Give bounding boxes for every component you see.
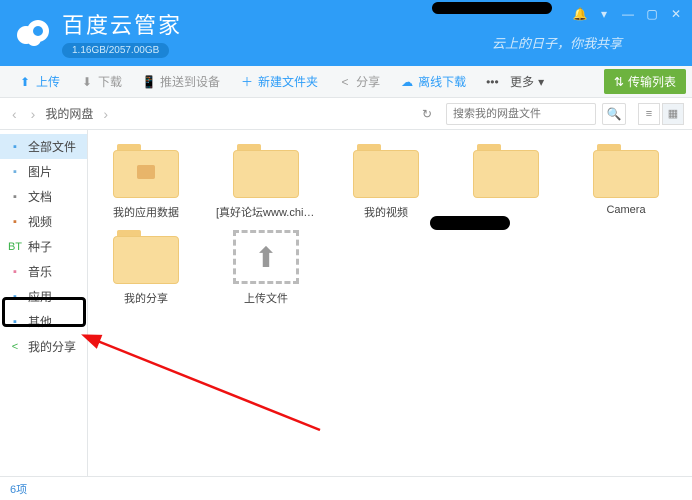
transfer-icon: ⇅ (614, 75, 624, 89)
sidebar-icon: ▪ (8, 315, 22, 329)
search-input[interactable] (446, 103, 596, 125)
dropdown-icon[interactable]: ▾ (596, 6, 612, 22)
sidebar-icon: ▪ (8, 215, 22, 229)
file-item[interactable] (456, 144, 556, 220)
file-grid: 我的应用数据 [真好论坛www.china... 我的视频 Camera 我的分享 ⬆ 上传… (96, 144, 684, 306)
newfolder-icon: ＋ (240, 75, 254, 89)
sidebar-item-0[interactable]: ▪ 全部文件 (0, 134, 87, 159)
sidebar-label: 应用 (28, 288, 52, 305)
file-label: [真好论坛www.china... (216, 204, 316, 220)
sidebar-item-5[interactable]: ▪ 音乐 (0, 259, 87, 284)
statusbar: 6项 (0, 476, 692, 500)
offline-icon: ☁ (400, 75, 414, 89)
sidebar-icon: ▪ (8, 190, 22, 204)
folder-icon (113, 230, 179, 284)
sidebar-label: 图片 (28, 163, 52, 180)
slogan-text: 云上的日子，你我共享 (492, 33, 622, 52)
sidebar-icon: < (8, 340, 22, 354)
content-area: 我的应用数据 [真好论坛www.china... 我的视频 Camera 我的分享 ⬆ 上传… (88, 130, 692, 476)
file-label: 上传文件 (216, 290, 316, 306)
upload-tile-icon: ⬆ (233, 230, 299, 284)
sidebar-item-2[interactable]: ▪ 文档 (0, 184, 87, 209)
sidebar-label: 文档 (28, 188, 52, 205)
toolbar: ⬆上传 ⬇下载 📱推送到设备 ＋新建文件夹 <分享 ☁离线下载 ••• 更多▾ … (0, 66, 692, 98)
folder-icon (473, 144, 539, 198)
upload-icon: ⬆ (18, 75, 32, 89)
more-button[interactable]: ••• 更多▾ (476, 66, 554, 97)
share-button[interactable]: <分享 (328, 66, 390, 97)
app-logo (12, 13, 52, 53)
offline-button[interactable]: ☁离线下载 (390, 66, 476, 97)
window-controls: 🔔 ▾ — ▢ ✕ (572, 6, 684, 22)
file-item[interactable]: Camera (576, 144, 676, 220)
sidebar-item-3[interactable]: ▪ 视频 (0, 209, 87, 234)
file-item[interactable]: 我的视频 (336, 144, 436, 220)
sidebar-label: 其他 (28, 313, 52, 330)
file-label: 我的分享 (96, 290, 196, 306)
annotation-scribble (430, 216, 510, 230)
navbar: ‹ › 我的网盘 › ↻ 🔍 ≡ ▦ (0, 98, 692, 130)
sidebar-icon: ▪ (8, 265, 22, 279)
maximize-icon[interactable]: ▢ (644, 6, 660, 22)
nav-back-icon[interactable]: ‹ (8, 106, 21, 122)
sidebar-item-8[interactable]: < 我的分享 (0, 334, 87, 359)
sidebar-label: 种子 (28, 238, 52, 255)
file-item[interactable]: 我的分享 (96, 230, 196, 306)
sidebar-item-7[interactable]: ▪ 其他 (0, 309, 87, 334)
sidebar-icon: ▪ (8, 290, 22, 304)
sidebar: ▪ 全部文件 ▪ 图片 ▪ 文档 ▪ 视频 BT 种子 ▪ 音乐 ▪ 应用 ▪ 其他 < 我的分享 (0, 130, 88, 476)
download-icon: ⬇ (80, 75, 94, 89)
sidebar-icon: BT (8, 240, 22, 254)
nav-forward-icon[interactable]: › (27, 106, 40, 122)
sidebar-label: 全部文件 (28, 138, 76, 155)
annotation-scribble (432, 2, 552, 14)
file-item[interactable]: ⬆ 上传文件 (216, 230, 316, 306)
folder-icon (353, 144, 419, 198)
file-label: 我的视频 (336, 204, 436, 220)
grid-view-icon[interactable]: ▦ (662, 103, 684, 125)
titlebar: 百度云管家 1.16GB/2057.00GB 云上的日子，你我共享 🔔 ▾ — … (0, 0, 692, 66)
search-button[interactable]: 🔍 (602, 103, 626, 125)
push-icon: 📱 (142, 75, 156, 89)
folder-icon (593, 144, 659, 198)
sidebar-item-6[interactable]: ▪ 应用 (0, 284, 87, 309)
newfolder-button[interactable]: ＋新建文件夹 (230, 66, 328, 97)
share-icon: < (338, 75, 352, 89)
transfer-list-button[interactable]: ⇅传输列表 (604, 69, 686, 94)
file-item[interactable]: 我的应用数据 (96, 144, 196, 220)
breadcrumb-chevron-icon[interactable]: › (99, 106, 112, 122)
sidebar-item-1[interactable]: ▪ 图片 (0, 159, 87, 184)
list-view-icon[interactable]: ≡ (638, 103, 660, 125)
sidebar-label: 音乐 (28, 263, 52, 280)
sidebar-icon: ▪ (8, 165, 22, 179)
app-title: 百度云管家 (62, 8, 182, 40)
folder-icon (233, 144, 299, 198)
download-button[interactable]: ⬇下载 (70, 66, 132, 97)
chevron-down-icon: ▾ (538, 75, 544, 89)
upload-button[interactable]: ⬆上传 (8, 66, 70, 97)
item-count: 6项 (10, 481, 27, 497)
close-icon[interactable]: ✕ (668, 6, 684, 22)
sidebar-label: 视频 (28, 213, 52, 230)
storage-indicator[interactable]: 1.16GB/2057.00GB (62, 43, 169, 58)
file-label: 我的应用数据 (96, 204, 196, 220)
refresh-icon[interactable]: ↻ (414, 107, 440, 121)
sidebar-icon: ▪ (8, 140, 22, 154)
sidebar-item-4[interactable]: BT 种子 (0, 234, 87, 259)
minimize-icon[interactable]: — (620, 6, 636, 22)
sidebar-label: 我的分享 (28, 338, 76, 355)
file-label: Camera (576, 204, 676, 216)
main-area: ▪ 全部文件 ▪ 图片 ▪ 文档 ▪ 视频 BT 种子 ▪ 音乐 ▪ 应用 ▪ 其他 < 我的分享 我的应用数据 [… (0, 130, 692, 476)
push-button[interactable]: 📱推送到设备 (132, 66, 230, 97)
folder-icon (113, 144, 179, 198)
notification-icon[interactable]: 🔔 (572, 6, 588, 22)
file-item[interactable]: [真好论坛www.china... (216, 144, 316, 220)
breadcrumb[interactable]: 我的网盘 (45, 105, 93, 122)
